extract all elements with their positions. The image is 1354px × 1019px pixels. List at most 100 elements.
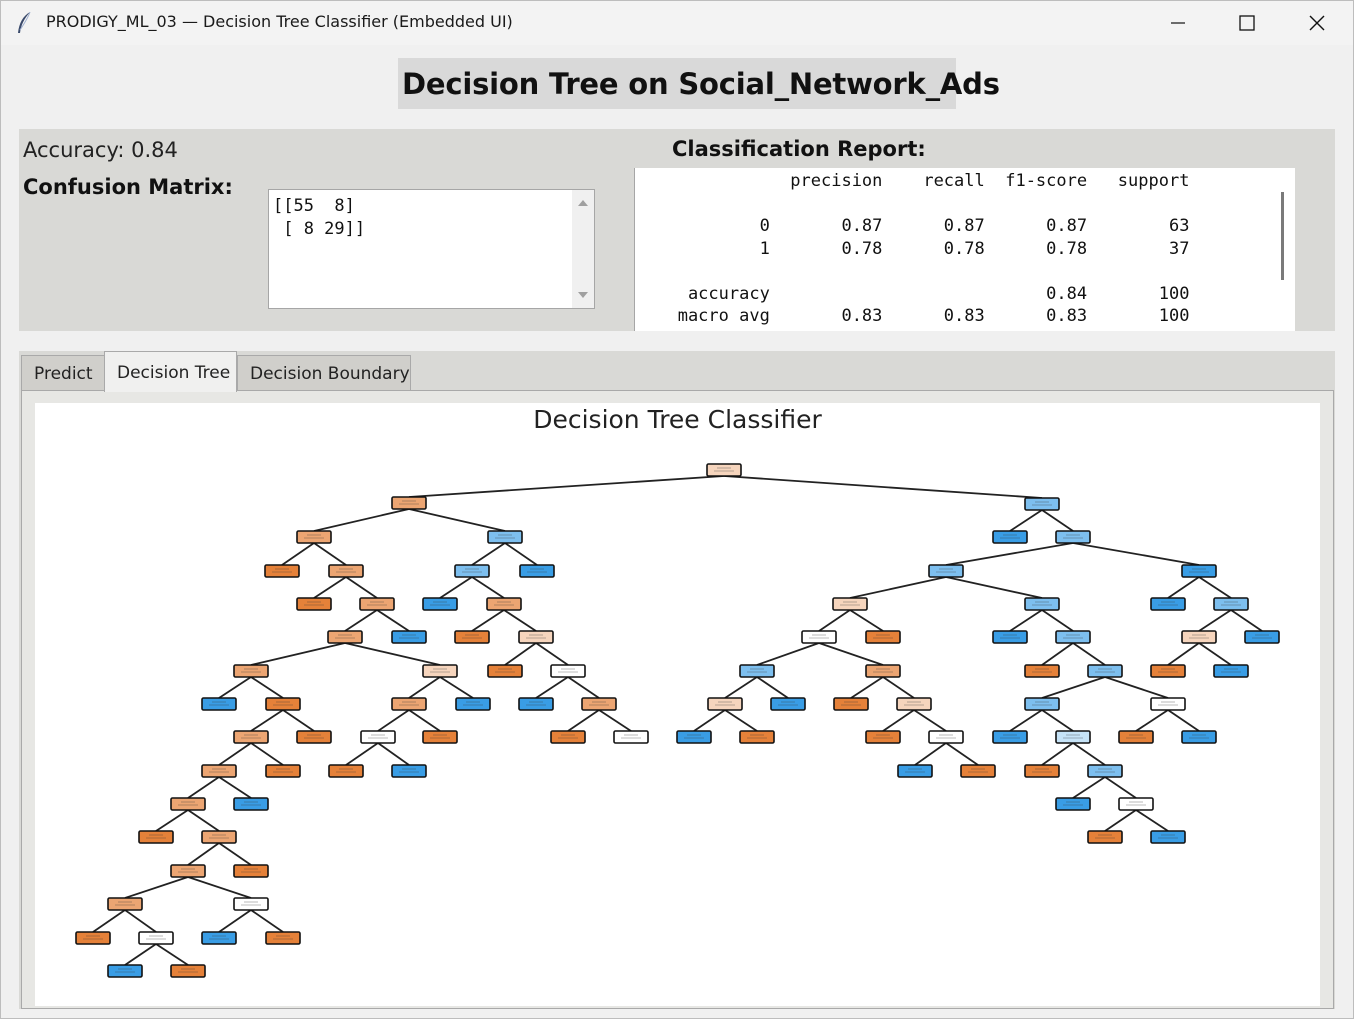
tree-node <box>328 564 364 578</box>
tree-edge <box>345 576 378 599</box>
tree-node <box>359 597 395 611</box>
close-button[interactable] <box>1282 1 1352 45</box>
tree-node <box>928 730 964 744</box>
tree-edge <box>471 609 505 632</box>
tree-node <box>201 764 237 778</box>
tree-edge <box>1041 509 1074 532</box>
tree-edge <box>1041 676 1106 699</box>
tree-edge <box>913 709 947 732</box>
tree-node <box>1024 497 1060 511</box>
tree-node <box>1055 530 1091 544</box>
tree-edge <box>124 943 157 966</box>
tree-edge <box>1009 509 1043 532</box>
tab-decision-boundary[interactable]: Decision Boundary <box>237 355 411 391</box>
tree-edge <box>124 909 157 933</box>
tree-plot-canvas: Decision Tree Classifier <box>35 403 1320 1006</box>
scrollbar-thumb[interactable] <box>1281 192 1284 280</box>
tree-node <box>422 597 458 611</box>
tree-node <box>296 730 332 744</box>
maximize-button[interactable] <box>1212 1 1282 45</box>
tree-node <box>422 664 458 678</box>
tree-edge <box>377 709 410 732</box>
tree-edge <box>503 609 537 632</box>
tree-edge <box>187 809 220 832</box>
tree-node <box>833 697 869 711</box>
tree-node <box>992 630 1028 644</box>
tree-edge <box>376 609 410 632</box>
tree-node <box>550 664 586 678</box>
tree-edge <box>1104 776 1137 799</box>
page-title: Decision Tree on Social_Network_Ads <box>402 67 1000 101</box>
tree-node <box>992 730 1028 744</box>
tree-node <box>170 864 206 878</box>
tree-edge <box>313 576 347 599</box>
tree-node <box>487 530 523 544</box>
tree-node <box>454 564 490 578</box>
tree-edge <box>818 642 884 666</box>
title-bar[interactable]: PRODIGY_ML_03 — Decision Tree Classifier… <box>1 1 1353 45</box>
tree-edge <box>313 508 410 532</box>
tree-edge <box>567 709 600 732</box>
tree-node <box>201 697 237 711</box>
tree-node <box>265 931 301 945</box>
tree-edge <box>1167 576 1200 599</box>
tree-node <box>865 730 901 744</box>
tree-edge <box>250 742 284 766</box>
tree-edge <box>377 742 410 766</box>
tab-predict[interactable]: Predict <box>21 355 105 391</box>
tree-node <box>75 931 111 945</box>
tree-edge <box>818 609 851 632</box>
tree-node <box>581 697 617 711</box>
tree-edge <box>1009 609 1043 632</box>
tree-node <box>296 530 332 544</box>
tree-edge <box>693 709 726 732</box>
tree-edge <box>281 542 315 566</box>
tree-node <box>992 530 1028 544</box>
tree-edge <box>345 742 379 766</box>
tree-node <box>296 597 332 611</box>
tree-edge <box>882 709 915 732</box>
tree-edge <box>1198 609 1232 632</box>
tree-node <box>107 897 143 911</box>
tree-edge <box>1104 676 1169 699</box>
tree-node <box>865 664 901 678</box>
tree-node <box>455 697 491 711</box>
tree-node <box>1055 730 1091 744</box>
confusion-matrix-textbox[interactable]: [[55 8] [ 8 29]] <box>268 189 595 309</box>
tab-decision-tree[interactable]: Decision Tree <box>104 351 237 392</box>
tree-node <box>264 564 300 578</box>
tree-edge <box>344 642 441 666</box>
tree-edge <box>756 676 789 699</box>
minimize-button[interactable] <box>1143 1 1213 45</box>
classification-report-textbox[interactable]: precision recall f1-score support 0 0.87… <box>634 168 1295 331</box>
tree-node <box>739 730 775 744</box>
tree-edge <box>1072 542 1200 566</box>
tree-edge <box>1072 642 1106 666</box>
tree-node <box>201 931 237 945</box>
classification-report-scrollbar[interactable] <box>1273 168 1295 331</box>
tree-edge <box>124 876 189 899</box>
confusion-matrix-scrollbar[interactable] <box>572 190 594 308</box>
tree-edge <box>408 709 441 732</box>
classification-report-text: precision recall f1-score support 0 0.87… <box>677 171 1190 326</box>
tree-node <box>1181 630 1217 644</box>
tab-panel: Decision Tree Classifier <box>21 390 1334 1009</box>
scroll-down-arrow-icon[interactable] <box>578 292 588 298</box>
tree-node <box>1024 597 1060 611</box>
tree-edge <box>1135 709 1169 732</box>
tree-node <box>265 697 301 711</box>
tree-node <box>865 630 901 644</box>
tree-node <box>519 564 555 578</box>
tree-edge <box>218 842 252 866</box>
tree-node <box>518 630 554 644</box>
tree-edge <box>1198 576 1232 599</box>
tree-edge <box>849 576 947 599</box>
tree-edge <box>945 742 979 766</box>
tree-edge <box>1041 742 1074 766</box>
scroll-up-arrow-icon[interactable] <box>578 200 588 206</box>
tree-edge <box>187 776 220 799</box>
tree-edge <box>439 676 474 699</box>
tree-node <box>265 764 301 778</box>
tree-node <box>613 730 649 744</box>
window-title: PRODIGY_ML_03 — Decision Tree Classifier… <box>46 12 513 31</box>
